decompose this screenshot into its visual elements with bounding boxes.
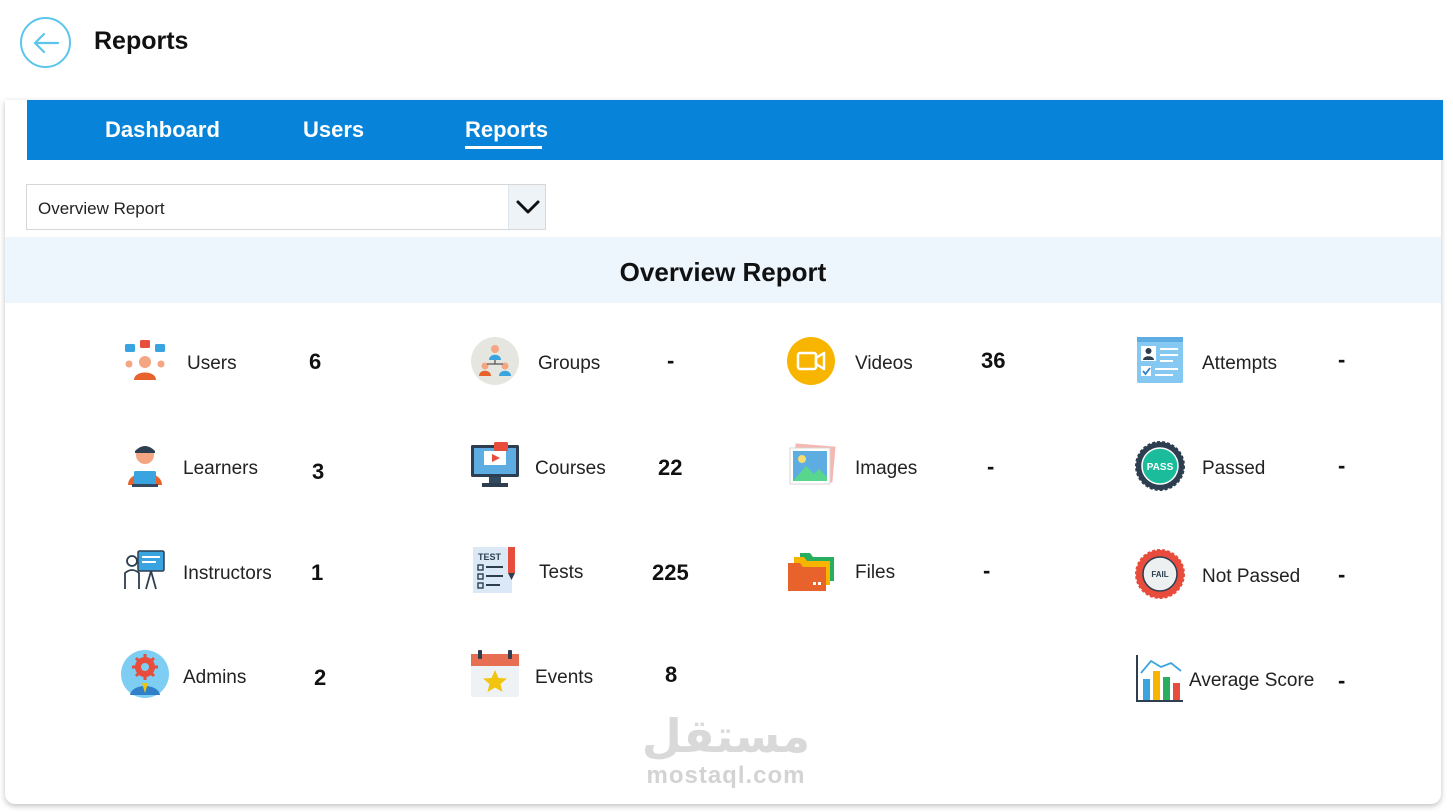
attempt-card-icon <box>1137 337 1183 383</box>
fail-badge-icon: FAIL <box>1135 549 1185 599</box>
stat-learners-value: 3 <box>312 459 325 484</box>
stat-attempts-value: - <box>1338 347 1346 372</box>
stat-courses-value: 22 <box>658 455 683 480</box>
users-network-icon <box>125 340 165 380</box>
watermark-logo: مستقل mostaql.com <box>636 710 816 800</box>
stat-users-label: Users <box>187 353 237 374</box>
instructor-icon <box>124 550 165 590</box>
learner-icon <box>128 446 162 487</box>
test-checklist-icon: TEST <box>473 547 515 593</box>
stat-courses-label: Courses <box>535 458 606 479</box>
stat-not-passed-label: Not Passed <box>1202 566 1301 587</box>
groups-icon <box>471 337 519 385</box>
stat-admins-value: 2 <box>314 665 327 690</box>
stat-passed-label: Passed <box>1202 458 1266 479</box>
stat-videos-label: Videos <box>855 353 913 374</box>
nav-bar: Dashboard Users Reports <box>27 100 1443 160</box>
stat-tests-value: 225 <box>652 560 689 585</box>
back-button[interactable] <box>20 17 71 68</box>
stat-groups-label: Groups <box>538 353 601 374</box>
stat-files-label: Files <box>855 562 896 583</box>
stat-learners-label: Learners <box>183 458 258 479</box>
tab-dashboard[interactable]: Dashboard <box>105 117 220 143</box>
stat-events-label: Events <box>535 667 594 688</box>
calendar-star-icon <box>471 650 519 697</box>
stat-tests-label: Tests <box>539 562 584 583</box>
image-gallery-icon <box>789 443 836 485</box>
select-arrow[interactable] <box>508 185 545 229</box>
stat-images-label: Images <box>855 458 918 479</box>
stat-not-passed-value: - <box>1338 562 1346 587</box>
stat-admins-label: Admins <box>183 667 247 688</box>
stat-users-value: 6 <box>309 349 322 374</box>
video-course-monitor-icon <box>471 442 519 487</box>
top-header: Reports <box>0 0 1453 100</box>
report-type-value: Overview Report <box>38 199 165 218</box>
report-type-select[interactable]: Overview Report <box>26 184 546 230</box>
svg-text:PASS: PASS <box>1147 462 1174 473</box>
stat-instructors-label: Instructors <box>183 563 272 584</box>
video-camera-icon <box>787 337 835 385</box>
stat-files-value: - <box>983 558 991 583</box>
pass-badge-icon: PASS <box>1135 441 1185 491</box>
watermark-arabic: مستقل <box>641 710 811 762</box>
arrow-left-icon <box>33 32 60 54</box>
admin-gear-icon <box>121 650 169 698</box>
stat-images-value: - <box>987 454 995 479</box>
tab-users[interactable]: Users <box>303 117 364 143</box>
stat-average-score-label: Average Score <box>1189 670 1315 691</box>
stat-instructors-value: 1 <box>311 560 324 585</box>
overview-title: Overview Report <box>619 257 827 287</box>
stat-average-score-value: - <box>1338 668 1346 693</box>
page-title: Reports <box>94 27 189 55</box>
tab-reports[interactable]: Reports <box>465 117 548 149</box>
svg-text:TEST: TEST <box>478 552 502 562</box>
svg-text:FAIL: FAIL <box>1151 570 1168 579</box>
overview-header: Overview Report <box>5 237 1441 303</box>
stat-attempts-label: Attempts <box>1202 353 1277 374</box>
folder-icon <box>788 553 834 591</box>
stat-events-value: 8 <box>665 662 678 687</box>
bar-chart-icon <box>1136 655 1183 702</box>
watermark-latin: mostaql.com <box>646 762 806 789</box>
stat-videos-value: 36 <box>981 348 1006 373</box>
stat-groups-value: - <box>667 348 675 373</box>
stat-passed-value: - <box>1338 453 1346 478</box>
chevron-down-icon <box>516 200 540 214</box>
